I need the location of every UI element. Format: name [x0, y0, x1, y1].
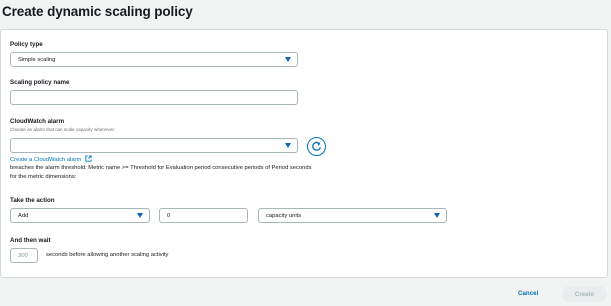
- external-link-icon: [85, 155, 92, 162]
- policy-type-select[interactable]: Simple scaling: [10, 52, 298, 67]
- cancel-button[interactable]: Cancel: [518, 290, 538, 297]
- action-operation-select[interactable]: Add: [10, 208, 150, 223]
- action-unit-value: capacity units: [266, 212, 302, 219]
- create-cloudwatch-alarm-link[interactable]: Create a CloudWatch alarm: [10, 155, 92, 163]
- refresh-alarms-button[interactable]: [307, 137, 326, 156]
- cloudwatch-alarm-select[interactable]: [10, 138, 298, 153]
- cloudwatch-alarm-hint: Choose an alarm that can scale capacity …: [10, 127, 116, 132]
- action-operation-value: Add: [18, 212, 29, 219]
- caret-down-icon: [137, 213, 143, 218]
- action-unit-select[interactable]: capacity units: [258, 208, 447, 223]
- create-cloudwatch-alarm-label: Create a CloudWatch alarm: [10, 157, 82, 163]
- wait-seconds-input[interactable]: [18, 252, 37, 259]
- scaling-policy-name-label: Scaling policy name: [10, 79, 70, 86]
- policy-type-label: Policy type: [10, 41, 43, 48]
- caret-down-icon: [285, 57, 291, 62]
- alarm-description-line-2: for the metric dimensions:: [10, 174, 77, 180]
- take-action-label: Take the action: [10, 197, 55, 204]
- wait-seconds-field[interactable]: [10, 248, 38, 263]
- refresh-icon: [312, 141, 321, 151]
- policy-type-value: Simple scaling: [18, 56, 56, 63]
- scaling-policy-name-input[interactable]: [18, 94, 297, 101]
- action-amount-input[interactable]: [167, 212, 247, 219]
- alarm-description-line-1: breaches the alarm threshold: Metric nam…: [10, 165, 312, 171]
- create-button[interactable]: Create: [562, 286, 607, 302]
- caret-down-icon: [434, 213, 440, 218]
- caret-down-icon: [285, 143, 291, 148]
- wait-suffix-text: seconds before allowing another scaling …: [46, 252, 169, 258]
- wait-label: And then wait: [10, 237, 51, 244]
- scaling-policy-name-field[interactable]: [10, 90, 298, 105]
- action-amount-field[interactable]: [159, 208, 248, 223]
- page-title: Create dynamic scaling policy: [2, 4, 193, 19]
- cloudwatch-alarm-label: CloudWatch alarm: [10, 118, 65, 125]
